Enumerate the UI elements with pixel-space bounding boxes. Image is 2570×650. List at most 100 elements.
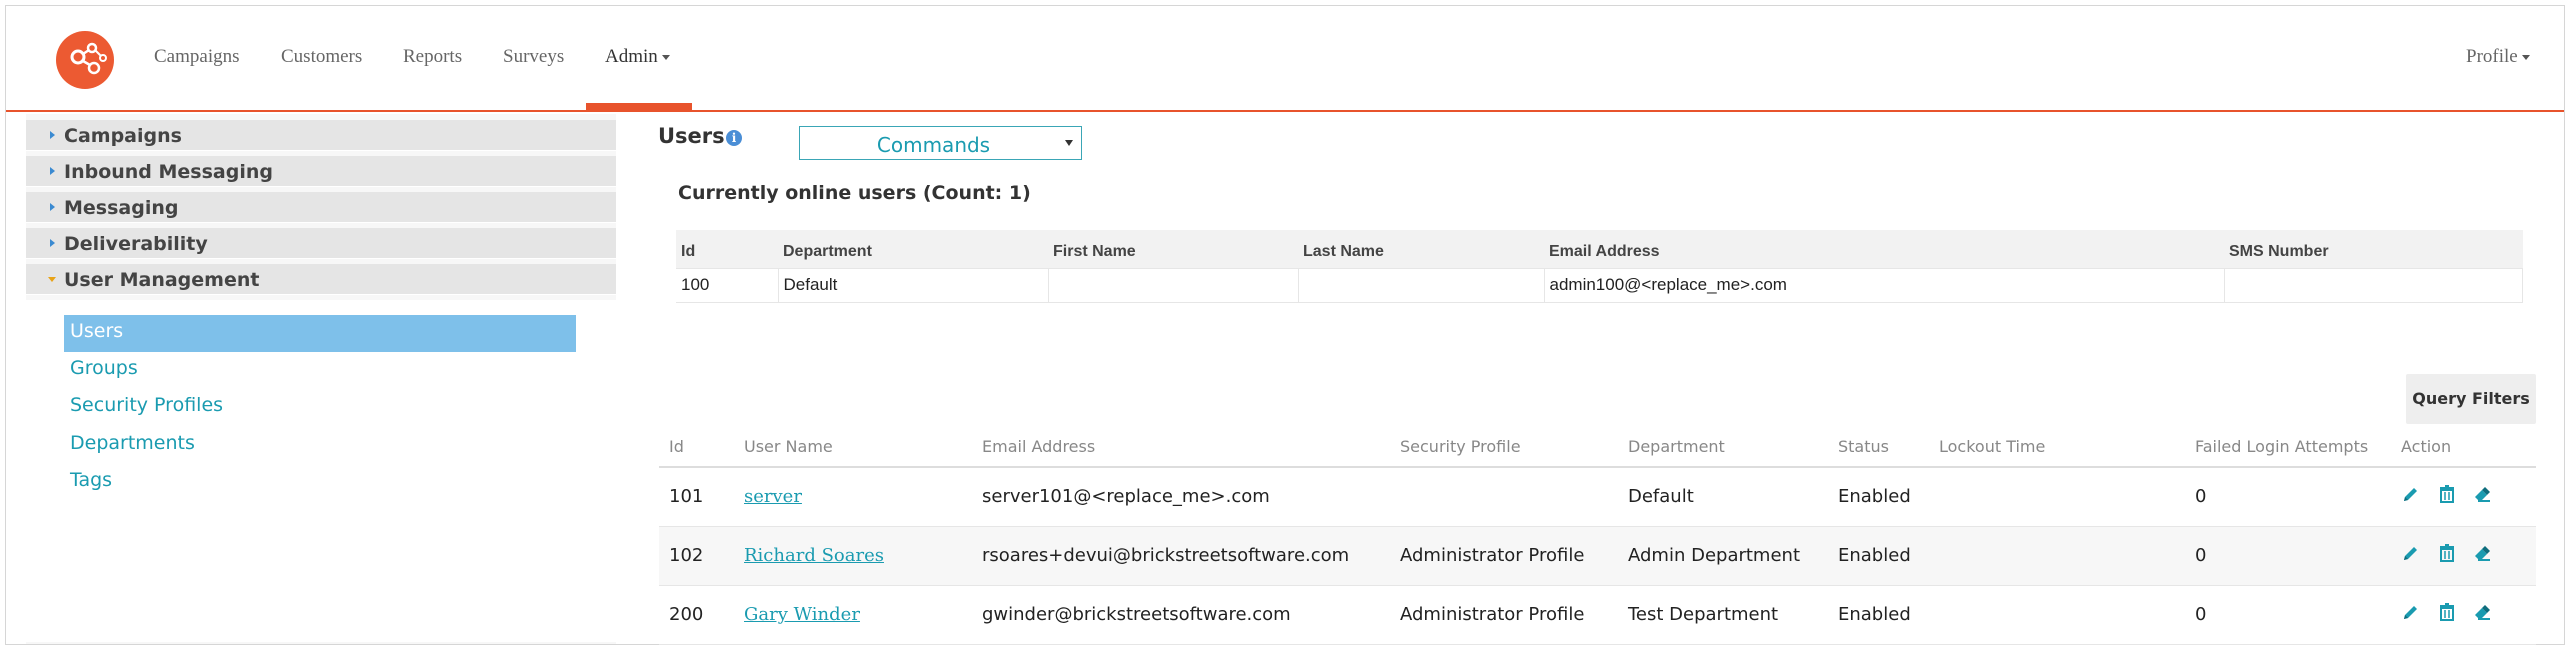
edit-icon[interactable] — [2401, 543, 2421, 568]
app-frame: Campaigns Customers Reports Surveys Admi… — [5, 5, 2565, 645]
cell-last-name — [1298, 267, 1545, 303]
page-title: Users — [658, 124, 725, 148]
delete-icon[interactable] — [2437, 484, 2457, 509]
top-navigation: Campaigns Customers Reports Surveys Admi… — [6, 6, 2564, 112]
sidebar-item-groups[interactable]: Groups — [64, 352, 576, 389]
cell-email: rsoares+devui@brickstreetsoftware.com — [972, 526, 1390, 586]
cell-email: server101@<replace_me>.com — [972, 467, 1390, 527]
caret-right-icon — [50, 131, 55, 139]
nav-admin-label: Admin — [605, 46, 658, 67]
cell-actions — [2391, 467, 2536, 527]
cell-department: Default — [778, 267, 1049, 303]
sidebar-section-user-management[interactable]: User Management — [26, 264, 616, 295]
unlock-icon[interactable] — [2472, 543, 2492, 568]
cell-email: gwinder@brickstreetsoftware.com — [972, 585, 1390, 645]
online-users-table: Id Department First Name Last Name Email… — [676, 230, 2523, 303]
sidebar-section-label: Deliverability — [64, 233, 208, 255]
column-header[interactable]: Lockout Time — [1929, 426, 2185, 468]
sidebar-section-inbound-messaging[interactable]: Inbound Messaging — [26, 156, 616, 187]
cell-sms — [2224, 267, 2523, 303]
caret-right-icon — [50, 239, 55, 247]
sidebar-section-deliverability[interactable]: Deliverability — [26, 228, 616, 259]
cell-username: Gary Winder — [734, 585, 972, 645]
delete-icon[interactable] — [2437, 602, 2457, 627]
chevron-down-icon — [661, 55, 670, 61]
table-row: 200 Gary Winder gwinder@brickstreetsoftw… — [659, 585, 2536, 645]
sidebar-item-security-profiles[interactable]: Security Profiles — [64, 389, 576, 426]
column-header[interactable]: Email Address — [972, 426, 1390, 468]
sidebar-section-label: User Management — [64, 269, 260, 291]
table-row: 100 Default admin100@<replace_me>.com — [676, 267, 2523, 303]
table-header-row: Id User Name Email Address Security Prof… — [659, 426, 2536, 468]
user-link-gary-winder[interactable]: Gary Winder — [744, 604, 860, 625]
cell-failed-attempts: 0 — [2185, 467, 2391, 527]
column-header[interactable]: Status — [1828, 426, 1929, 468]
column-header[interactable]: Id — [659, 426, 734, 468]
sidebar: Campaigns Inbound Messaging Messaging De… — [26, 114, 616, 644]
column-header[interactable]: Department — [1618, 426, 1828, 468]
cell-department: Admin Department — [1618, 526, 1828, 586]
cell-username: Richard Soares — [734, 526, 972, 586]
nav-admin[interactable]: Admin — [605, 46, 670, 68]
cell-id: 101 — [659, 467, 734, 527]
nav-active-indicator — [586, 103, 692, 110]
caret-down-icon — [48, 277, 56, 282]
sidebar-section-label: Inbound Messaging — [64, 161, 273, 183]
cell-lockout-time — [1929, 585, 2185, 645]
column-header[interactable]: Failed Login Attempts — [2185, 426, 2391, 468]
nav-surveys[interactable]: Surveys — [503, 46, 564, 68]
unlock-icon[interactable] — [2472, 484, 2492, 509]
cell-lockout-time — [1929, 526, 2185, 586]
info-icon[interactable]: i — [726, 130, 742, 146]
cell-department: Default — [1618, 467, 1828, 527]
cell-security-profile: Administrator Profile — [1390, 526, 1618, 586]
cell-failed-attempts: 0 — [2185, 526, 2391, 586]
cell-department: Test Department — [1618, 585, 1828, 645]
cell-id: 102 — [659, 526, 734, 586]
brand-logo-icon[interactable] — [56, 31, 114, 89]
nav-reports[interactable]: Reports — [403, 46, 462, 68]
column-header: Last Name — [1298, 230, 1544, 268]
sidebar-item-users[interactable]: Users — [64, 315, 576, 352]
column-header: SMS Number — [2224, 230, 2523, 268]
commands-dropdown[interactable]: Commands — [799, 126, 1082, 160]
sidebar-item-departments[interactable]: Departments — [64, 427, 576, 464]
cell-id: 200 — [659, 585, 734, 645]
cell-lockout-time — [1929, 467, 2185, 527]
caret-right-icon — [50, 203, 55, 211]
cell-id: 100 — [676, 267, 779, 303]
cell-status: Enabled — [1828, 526, 1929, 586]
caret-right-icon — [50, 167, 55, 175]
sidebar-item-tags[interactable]: Tags — [64, 464, 576, 501]
main-content: Users i Commands Currently online users … — [626, 114, 2556, 645]
cell-failed-attempts: 0 — [2185, 585, 2391, 645]
column-header[interactable]: Security Profile — [1390, 426, 1618, 468]
unlock-icon[interactable] — [2472, 602, 2492, 627]
table-header-row: Id Department First Name Last Name Email… — [676, 230, 2523, 268]
sidebar-section-messaging[interactable]: Messaging — [26, 192, 616, 223]
nav-customers[interactable]: Customers — [281, 46, 362, 68]
column-header: Id — [676, 230, 778, 268]
nav-profile-label: Profile — [2466, 46, 2518, 67]
cell-security-profile: Administrator Profile — [1390, 585, 1618, 645]
cell-status: Enabled — [1828, 585, 1929, 645]
cell-username: server — [734, 467, 972, 527]
chevron-down-icon — [2521, 55, 2530, 61]
cell-actions — [2391, 585, 2536, 645]
column-header: Department — [778, 230, 1048, 268]
nav-campaigns[interactable]: Campaigns — [154, 46, 240, 68]
user-link-richard-soares[interactable]: Richard Soares — [744, 545, 884, 566]
delete-icon[interactable] — [2437, 543, 2457, 568]
edit-icon[interactable] — [2401, 602, 2421, 627]
table-row: 101 server server101@<replace_me>.com De… — [659, 467, 2536, 527]
edit-icon[interactable] — [2401, 484, 2421, 509]
column-header[interactable]: User Name — [734, 426, 972, 468]
sidebar-section-campaigns[interactable]: Campaigns — [26, 120, 616, 151]
user-management-submenu: Users Groups Security Profiles Departmen… — [26, 300, 616, 642]
nav-profile[interactable]: Profile — [2466, 46, 2530, 68]
column-header: Action — [2391, 426, 2536, 468]
query-filters-button[interactable]: Query Filters — [2406, 374, 2536, 424]
user-link-server[interactable]: server — [744, 486, 802, 507]
commands-label: Commands — [876, 133, 991, 157]
cell-actions — [2391, 526, 2536, 586]
